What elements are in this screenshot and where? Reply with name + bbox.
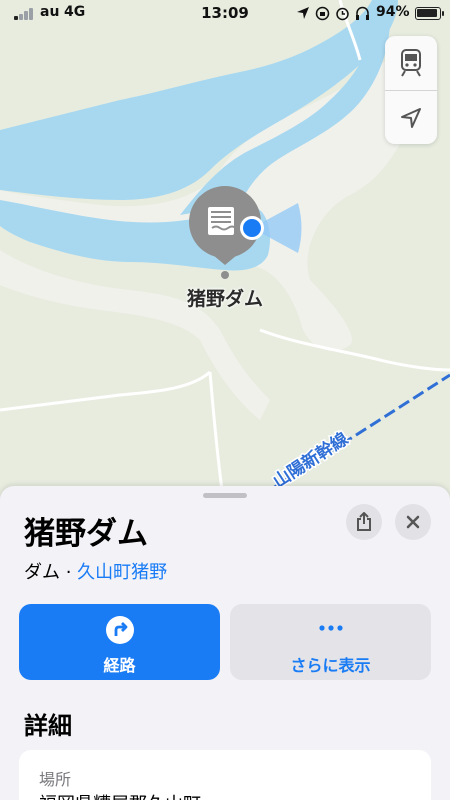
more-label: さらに表示: [290, 656, 371, 675]
subtitle-separator: ·: [60, 562, 78, 583]
close-icon: [406, 515, 420, 529]
transit-icon: [401, 49, 421, 77]
share-icon: [357, 512, 371, 531]
location-arrow-icon: [401, 108, 421, 128]
dam-icon: [208, 207, 237, 235]
pin-label[interactable]: 猪野ダム: [150, 284, 300, 311]
directions-icon: [105, 616, 134, 644]
directions-button[interactable]: 経路: [19, 604, 220, 680]
details-card: 場所 福岡県糟屋郡久山町: [19, 750, 431, 800]
sheet-grabber[interactable]: [203, 493, 247, 498]
transit-button[interactable]: [385, 36, 437, 90]
details-heading: 詳細: [24, 712, 72, 740]
alarm-icon: [336, 7, 349, 20]
more-button[interactable]: さらに表示: [230, 604, 431, 680]
place-card-sheet: 猪野ダム ダム · 久山町猪野 経路 さらに表示 詳細 場所: [0, 486, 450, 800]
track-location-button[interactable]: [385, 91, 437, 145]
place-title: 猪野ダム: [24, 516, 148, 552]
status-icons: [296, 5, 370, 21]
more-icon: [318, 625, 343, 631]
address-value[interactable]: 福岡県糟屋郡久山町: [39, 790, 201, 800]
rotation-lock-icon: [315, 6, 330, 20]
place-subtitle: ダム · 久山町猪野: [24, 558, 167, 584]
address-label: 場所: [39, 770, 72, 789]
map-controls: [385, 36, 437, 144]
share-button[interactable]: [346, 504, 382, 540]
locality-link[interactable]: 久山町猪野: [77, 562, 167, 583]
place-category: ダム: [24, 562, 60, 583]
directions-label: 経路: [103, 656, 136, 675]
battery-percentage: 94%: [376, 4, 410, 20]
headphones-icon: [356, 6, 369, 20]
current-location-icon: [240, 216, 264, 240]
status-bar: au 4G 13:09 94%: [0, 0, 450, 28]
location-services-icon: [297, 7, 309, 19]
battery-icon: [415, 7, 444, 20]
close-button[interactable]: [395, 504, 431, 540]
